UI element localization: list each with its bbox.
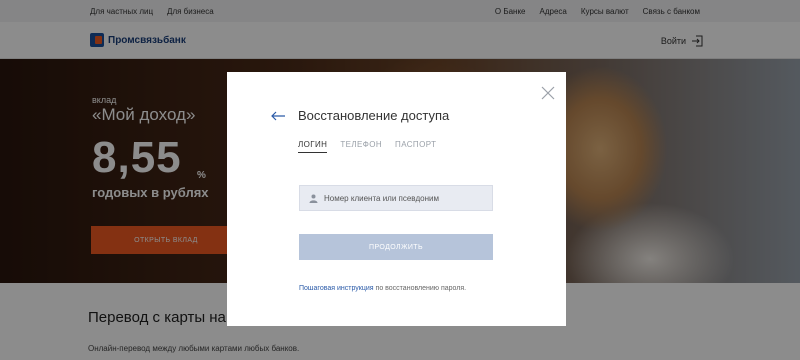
continue-button[interactable]: ПРОДОЛЖИТЬ <box>299 234 493 260</box>
modal-title: Восстановление доступа <box>298 108 450 123</box>
back-arrow-icon[interactable] <box>270 110 286 122</box>
tab-passport[interactable]: ПАСПОРТ <box>395 140 436 153</box>
client-number-field[interactable]: Номер клиента или псевдоним <box>299 185 493 211</box>
tab-login[interactable]: ЛОГИН <box>298 140 328 153</box>
tab-phone[interactable]: ТЕЛЕФОН <box>340 140 382 153</box>
recovery-method-tabs: ЛОГИН ТЕЛЕФОН ПАСПОРТ <box>298 140 436 153</box>
access-recovery-modal: Восстановление доступа ЛОГИН ТЕЛЕФОН ПАС… <box>227 72 566 326</box>
client-number-placeholder: Номер клиента или псевдоним <box>324 193 439 203</box>
help-suffix: по восстановлению пароля. <box>373 285 467 292</box>
help-text: Пошаговая инструкция по восстановлению п… <box>299 285 466 292</box>
close-icon[interactable] <box>541 86 555 100</box>
user-icon <box>309 194 318 203</box>
instruction-link[interactable]: Пошаговая инструкция <box>299 285 374 292</box>
